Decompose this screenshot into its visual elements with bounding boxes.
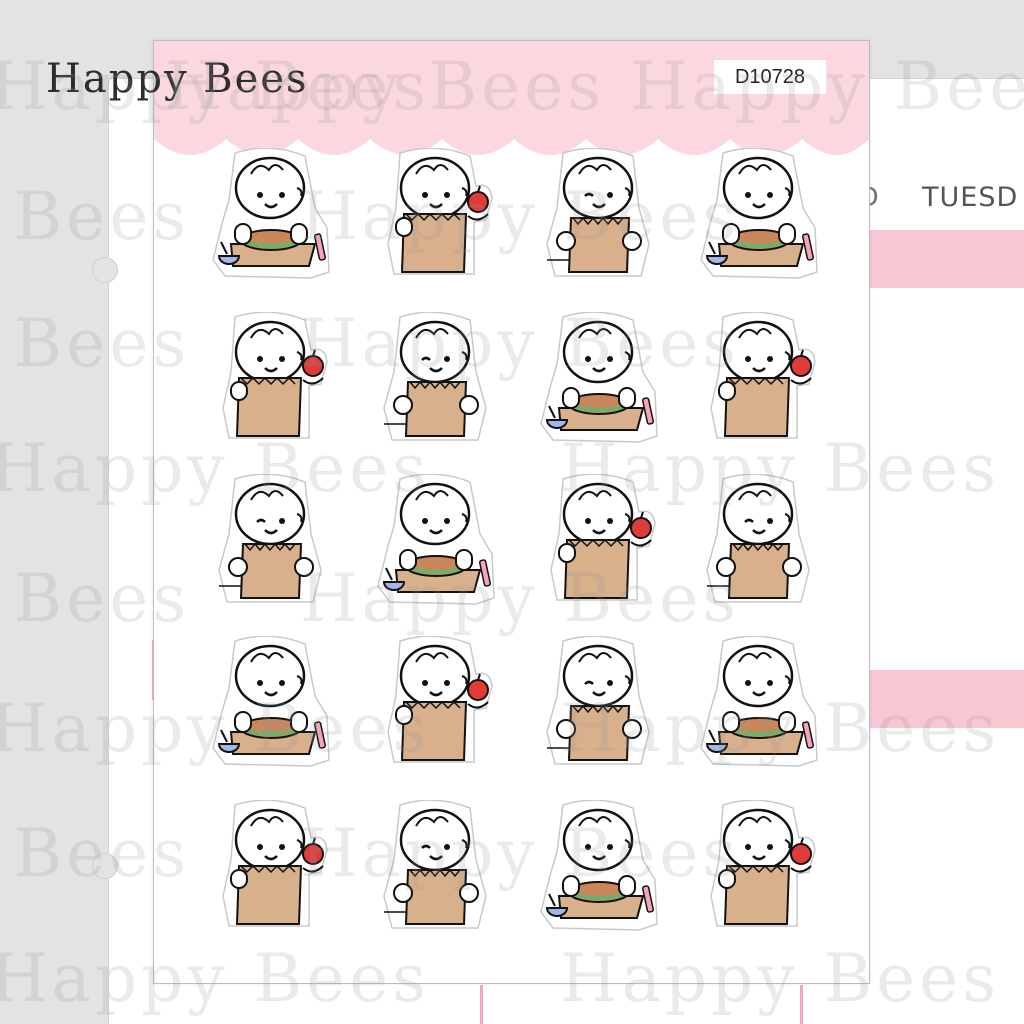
sticker-bag-apple (205, 312, 335, 452)
sticker-bag-apple (205, 800, 335, 940)
planner-header-band (870, 670, 1024, 728)
sticker-bag-wink (693, 474, 823, 614)
sticker-sandwich (693, 148, 823, 288)
sticker-bag-apple (693, 312, 823, 452)
binder-hole (92, 853, 118, 879)
sticker-bag-apple (693, 800, 823, 940)
brand-title: Happy Bees (46, 56, 309, 102)
product-code: D10728 (714, 60, 826, 94)
sticker-bag-apple (533, 474, 663, 614)
sticker-sandwich (205, 148, 335, 288)
sticker-sandwich (370, 474, 500, 614)
planner-header-band (870, 230, 1024, 288)
sticker-sandwich (693, 636, 823, 776)
sticker-sandwich (533, 800, 663, 940)
binder-hole (92, 257, 118, 283)
sticker-bag-wink (533, 636, 663, 776)
sticker-bag-apple (370, 636, 500, 776)
planner-day-label: TUESD (922, 182, 1019, 213)
sticker-sandwich (205, 636, 335, 776)
sticker-bag-wink (370, 800, 500, 940)
sticker-bag-smile (205, 474, 335, 614)
sticker-bag-apple (370, 148, 500, 288)
sticker-sandwich (533, 312, 663, 452)
sticker-bag-wink (370, 312, 500, 452)
sticker-bag-wink (533, 148, 663, 288)
planner-divider (800, 985, 803, 1024)
planner-divider (480, 985, 483, 1024)
